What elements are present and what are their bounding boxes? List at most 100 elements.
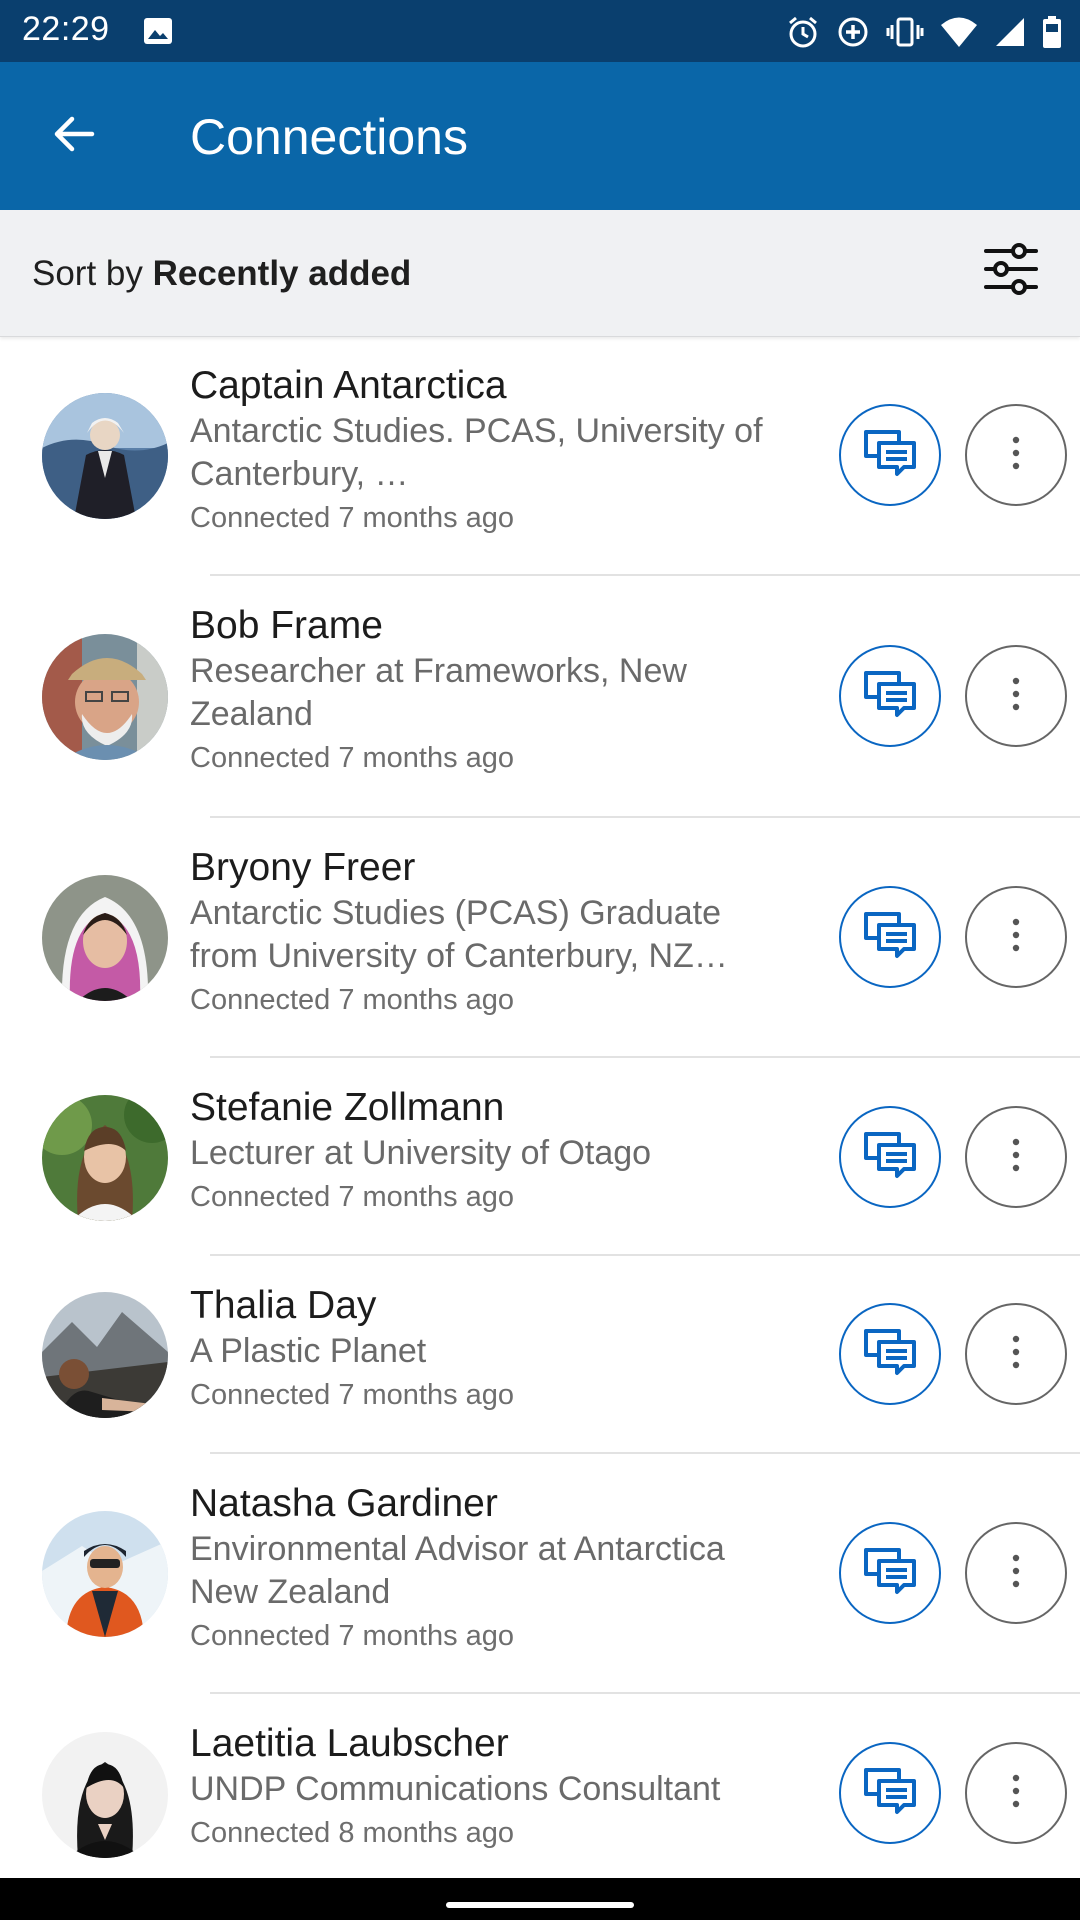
connected-time: Connected 7 months ago <box>190 1181 515 1213</box>
sort-selector[interactable]: Sort by Recently added <box>32 254 411 294</box>
alarm-icon <box>786 15 820 49</box>
row-divider <box>210 816 1080 818</box>
row-divider <box>210 1254 1080 1256</box>
avatar[interactable] <box>42 875 168 1001</box>
sort-value: Recently added <box>152 254 412 293</box>
connection-name: Thalia Day <box>190 1284 377 1327</box>
more-vertical-icon <box>1011 1335 1021 1374</box>
headline-line-2: Zealand <box>190 695 313 733</box>
headline-line-1: Lecturer at University of Otago <box>190 1134 652 1172</box>
avatar[interactable] <box>42 1511 168 1637</box>
headline-line-1: UNDP Communications Consultant <box>190 1770 721 1808</box>
connection-headline: Environmental Advisor at Antarctica New … <box>190 1528 810 1614</box>
arrow-back-icon <box>50 110 98 163</box>
avatar[interactable] <box>42 1095 168 1221</box>
more-options-button[interactable] <box>965 1303 1067 1405</box>
headline-line-2: Canterbury, … <box>190 455 409 493</box>
status-bar: 22:29 <box>0 0 1080 62</box>
connection-name: Laetitia Laubscher <box>190 1722 509 1765</box>
avatar[interactable] <box>42 393 168 519</box>
connection-info: Laetitia Laubscher UNDP Communications C… <box>190 1720 810 1855</box>
message-button[interactable] <box>839 1742 941 1844</box>
signal-icon <box>994 16 1026 48</box>
headline-line-1: Antarctic Studies. PCAS, University of <box>190 412 763 450</box>
connection-headline: UNDP Communications Consultant <box>190 1768 810 1811</box>
more-options-button[interactable] <box>965 1742 1067 1844</box>
headline-line-1: Environmental Advisor at Antarctica <box>190 1530 725 1568</box>
more-options-button[interactable] <box>965 404 1067 506</box>
row-divider <box>210 1056 1080 1058</box>
connection-info: Thalia Day A Plastic Planet Connected 7 … <box>190 1282 810 1417</box>
filter-button[interactable] <box>976 236 1046 306</box>
connection-row[interactable]: Thalia Day A Plastic Planet Connected 7 … <box>0 1258 1080 1456</box>
sort-bar: Sort by Recently added <box>0 210 1080 337</box>
row-divider <box>210 574 1080 576</box>
message-icon <box>863 670 917 723</box>
connection-name: Bob Frame <box>190 604 383 647</box>
message-icon <box>863 911 917 964</box>
message-button[interactable] <box>839 1303 941 1405</box>
message-icon <box>863 429 917 482</box>
connected-time: Connected 7 months ago <box>190 742 515 774</box>
back-button[interactable] <box>38 100 110 172</box>
more-options-button[interactable] <box>965 1522 1067 1624</box>
connection-name: Bryony Freer <box>190 846 416 889</box>
connection-headline: Researcher at Frameworks, New Zealand <box>190 650 810 736</box>
more-options-button[interactable] <box>965 645 1067 747</box>
headline-line-1: Antarctic Studies (PCAS) Graduate <box>190 894 722 932</box>
connection-headline: Antarctic Studies (PCAS) Graduate from U… <box>190 892 810 978</box>
system-navigation-bar <box>0 1878 1080 1920</box>
connected-time: Connected 7 months ago <box>190 1620 515 1652</box>
connection-name: Stefanie Zollmann <box>190 1086 505 1129</box>
app-bar: Connections <box>0 62 1080 210</box>
message-button[interactable] <box>839 1522 941 1624</box>
home-gesture-handle[interactable] <box>446 1902 634 1908</box>
headline-line-1: A Plastic Planet <box>190 1332 427 1370</box>
connection-headline: A Plastic Planet <box>190 1330 810 1373</box>
headline-line-2: New Zealand <box>190 1573 391 1611</box>
connection-row[interactable]: Laetitia Laubscher UNDP Communications C… <box>0 1696 1080 1896</box>
row-divider <box>210 1692 1080 1694</box>
wifi-icon <box>940 16 978 48</box>
connection-info: Bob Frame Researcher at Frameworks, New … <box>190 602 810 780</box>
connection-info: Bryony Freer Antarctic Studies (PCAS) Gr… <box>190 844 810 1022</box>
message-icon <box>863 1767 917 1820</box>
connection-name: Captain Antarctica <box>190 364 507 407</box>
connection-info: Natasha Gardiner Environmental Advisor a… <box>190 1480 810 1658</box>
message-icon <box>863 1547 917 1600</box>
vibrate-icon <box>886 15 924 49</box>
connection-row[interactable]: Captain Antarctica Antarctic Studies. PC… <box>0 338 1080 578</box>
message-icon <box>863 1328 917 1381</box>
connected-time: Connected 7 months ago <box>190 984 515 1016</box>
page-title: Connections <box>190 109 468 165</box>
headline-line-1: Researcher at Frameworks, New <box>190 652 687 690</box>
message-icon <box>863 1131 917 1184</box>
avatar[interactable] <box>42 1732 168 1858</box>
message-button[interactable] <box>839 404 941 506</box>
connection-headline: Lecturer at University of Otago <box>190 1132 810 1175</box>
connected-time: Connected 8 months ago <box>190 1817 515 1849</box>
avatar[interactable] <box>42 1292 168 1418</box>
row-divider <box>210 1452 1080 1454</box>
connection-row[interactable]: Stefanie Zollmann Lecturer at University… <box>0 1060 1080 1258</box>
connection-row[interactable]: Bob Frame Researcher at Frameworks, New … <box>0 578 1080 820</box>
sliders-icon <box>983 242 1039 300</box>
avatar[interactable] <box>42 634 168 760</box>
message-button[interactable] <box>839 645 941 747</box>
more-vertical-icon <box>1011 436 1021 475</box>
more-vertical-icon <box>1011 1138 1021 1177</box>
more-options-button[interactable] <box>965 1106 1067 1208</box>
headline-line-2: from University of Canterbury, NZ… <box>190 937 728 975</box>
message-button[interactable] <box>839 886 941 988</box>
more-vertical-icon <box>1011 677 1021 716</box>
more-options-button[interactable] <box>965 886 1067 988</box>
connection-row[interactable]: Bryony Freer Antarctic Studies (PCAS) Gr… <box>0 820 1080 1060</box>
status-icons <box>786 12 1062 52</box>
more-vertical-icon <box>1011 1554 1021 1593</box>
message-button[interactable] <box>839 1106 941 1208</box>
connection-row[interactable]: Natasha Gardiner Environmental Advisor a… <box>0 1456 1080 1696</box>
connection-info: Stefanie Zollmann Lecturer at University… <box>190 1084 810 1219</box>
connected-time: Connected 7 months ago <box>190 502 515 534</box>
connected-time: Connected 7 months ago <box>190 1379 515 1411</box>
more-vertical-icon <box>1011 1774 1021 1813</box>
